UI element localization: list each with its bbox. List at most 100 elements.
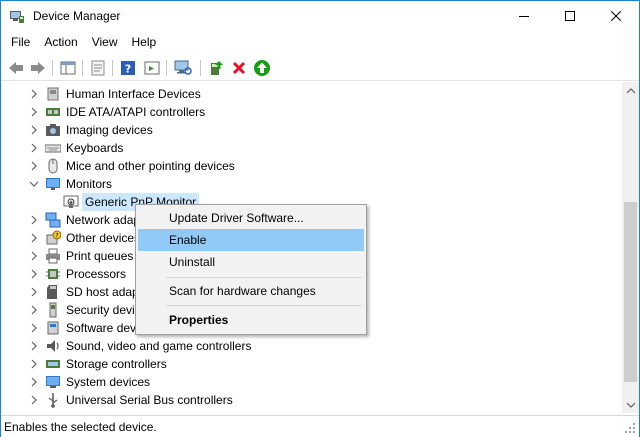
toolbar: ? xyxy=(1,55,639,81)
chevron-up-icon xyxy=(626,87,635,93)
back-button[interactable] xyxy=(7,59,25,77)
disabled-monitor-icon xyxy=(63,195,79,208)
menu-item-enable[interactable]: Enable xyxy=(138,229,364,251)
toolbar-separator xyxy=(82,60,83,76)
device-manager-icon xyxy=(9,8,25,24)
device-manager-window: Device Manager File Action View Help ? H… xyxy=(0,0,640,437)
chevron-right-icon xyxy=(31,125,37,135)
close-icon xyxy=(611,11,621,21)
mouse-icon xyxy=(48,158,58,174)
forward-button[interactable] xyxy=(29,59,47,77)
menu-view[interactable]: View xyxy=(85,31,125,53)
help-icon: ? xyxy=(121,61,135,76)
chevron-right-icon xyxy=(31,251,37,261)
chevron-down-icon xyxy=(29,181,39,187)
processor-icon xyxy=(46,269,60,279)
tree-item-label: Other devices xyxy=(66,231,141,245)
system-device-icon xyxy=(46,376,60,388)
tree-item-label: Universal Serial Bus controllers xyxy=(66,393,233,407)
other-devices-icon: ? xyxy=(46,230,61,245)
chevron-right-icon xyxy=(31,215,37,225)
scroll-thumb[interactable] xyxy=(624,202,637,382)
tree-item-usb-controllers[interactable]: Universal Serial Bus controllers xyxy=(1,391,621,409)
menu-item-uninstall[interactable]: Uninstall xyxy=(138,251,364,273)
sd-card-icon xyxy=(47,285,57,299)
camera-icon xyxy=(46,124,60,136)
tree-item-storage-controllers[interactable]: Storage controllers xyxy=(1,355,621,373)
enable-device-button[interactable] xyxy=(253,59,271,77)
tree-item-human-interface-devices[interactable]: Human Interface Devices xyxy=(1,85,621,103)
scroll-up-button[interactable] xyxy=(622,82,639,99)
keyboard-icon xyxy=(45,144,61,153)
tree-item-label: Storage controllers xyxy=(66,357,167,371)
maximize-button[interactable] xyxy=(547,1,593,31)
chevron-right-icon xyxy=(31,269,37,279)
chevron-right-icon xyxy=(31,89,37,99)
status-bar: Enables the selected device. xyxy=(1,415,639,437)
scan-hardware-button[interactable] xyxy=(174,59,192,77)
menu-separator xyxy=(166,305,362,306)
menu-bar: File Action View Help xyxy=(1,31,639,53)
ide-controller-icon xyxy=(46,108,60,116)
run-action-button[interactable] xyxy=(143,59,161,77)
menu-item-label: Scan for hardware changes xyxy=(169,284,316,298)
tree-item-label: Print queues xyxy=(66,249,134,263)
storage-icon xyxy=(46,360,60,368)
menu-action[interactable]: Action xyxy=(37,31,84,53)
tree-item-system-devices[interactable]: System devices xyxy=(1,373,621,391)
svg-text:?: ? xyxy=(125,63,131,76)
menu-item-label: Update Driver Software... xyxy=(169,211,304,225)
tree-item-monitors[interactable]: Monitors xyxy=(1,175,621,193)
tree-item-sound-video-game[interactable]: Sound, video and game controllers xyxy=(1,337,621,355)
context-menu: Update Driver Software... Enable Uninsta… xyxy=(135,204,367,335)
menu-file[interactable]: File xyxy=(1,31,37,53)
chevron-right-icon xyxy=(31,377,37,387)
tree-item-label: IDE ATA/ATAPI controllers xyxy=(66,105,206,119)
security-device-icon xyxy=(49,302,57,318)
network-icon xyxy=(45,212,61,228)
properties-button[interactable] xyxy=(89,59,107,77)
minimize-button[interactable] xyxy=(501,1,547,31)
minimize-icon xyxy=(519,16,529,17)
speaker-icon xyxy=(47,340,59,352)
tree-item-label: Sound, video and game controllers xyxy=(66,339,252,353)
window-title: Device Manager xyxy=(33,9,121,23)
maximize-icon xyxy=(565,11,575,21)
uninstall-icon xyxy=(232,61,246,75)
back-arrow-icon xyxy=(9,62,23,74)
chevron-right-icon xyxy=(31,395,37,405)
scroll-down-button[interactable] xyxy=(622,396,639,413)
tree-item-label: System devices xyxy=(66,375,151,389)
tree-item-imaging-devices[interactable]: Imaging devices xyxy=(1,121,621,139)
help-button[interactable]: ? xyxy=(119,59,137,77)
update-driver-button[interactable] xyxy=(207,59,225,77)
printer-icon xyxy=(46,248,60,264)
tree-item-mice[interactable]: Mice and other pointing devices xyxy=(1,157,621,175)
menu-item-properties[interactable]: Properties xyxy=(138,309,364,331)
update-driver-icon xyxy=(211,61,223,75)
chevron-right-icon xyxy=(31,161,37,171)
menu-item-label: Properties xyxy=(169,313,229,327)
menu-item-label: Enable xyxy=(169,233,207,247)
forward-arrow-icon xyxy=(31,62,45,74)
uninstall-button[interactable] xyxy=(230,59,248,77)
chevron-right-icon xyxy=(31,287,37,297)
show-hide-tree-button[interactable] xyxy=(59,59,77,77)
vertical-scrollbar[interactable] xyxy=(622,82,639,413)
tree-item-label: Mice and other pointing devices xyxy=(66,159,235,173)
menu-item-update-driver[interactable]: Update Driver Software... xyxy=(138,207,364,229)
menu-item-scan-hardware[interactable]: Scan for hardware changes xyxy=(138,280,364,302)
close-button[interactable] xyxy=(593,1,639,31)
tree-item-ide-controllers[interactable]: IDE ATA/ATAPI controllers xyxy=(1,103,621,121)
chevron-right-icon xyxy=(31,359,37,369)
toolbar-separator xyxy=(112,60,113,76)
monitor-icon xyxy=(46,178,60,190)
title-bar[interactable]: Device Manager xyxy=(1,1,639,31)
menu-help[interactable]: Help xyxy=(125,31,164,53)
tree-item-label: Imaging devices xyxy=(66,123,153,137)
show-hide-tree-icon xyxy=(60,61,76,75)
resize-grip-icon[interactable] xyxy=(624,422,636,434)
tree-item-keyboards[interactable]: Keyboards xyxy=(1,139,621,157)
properties-icon xyxy=(91,60,105,76)
chevron-right-icon xyxy=(31,305,37,315)
